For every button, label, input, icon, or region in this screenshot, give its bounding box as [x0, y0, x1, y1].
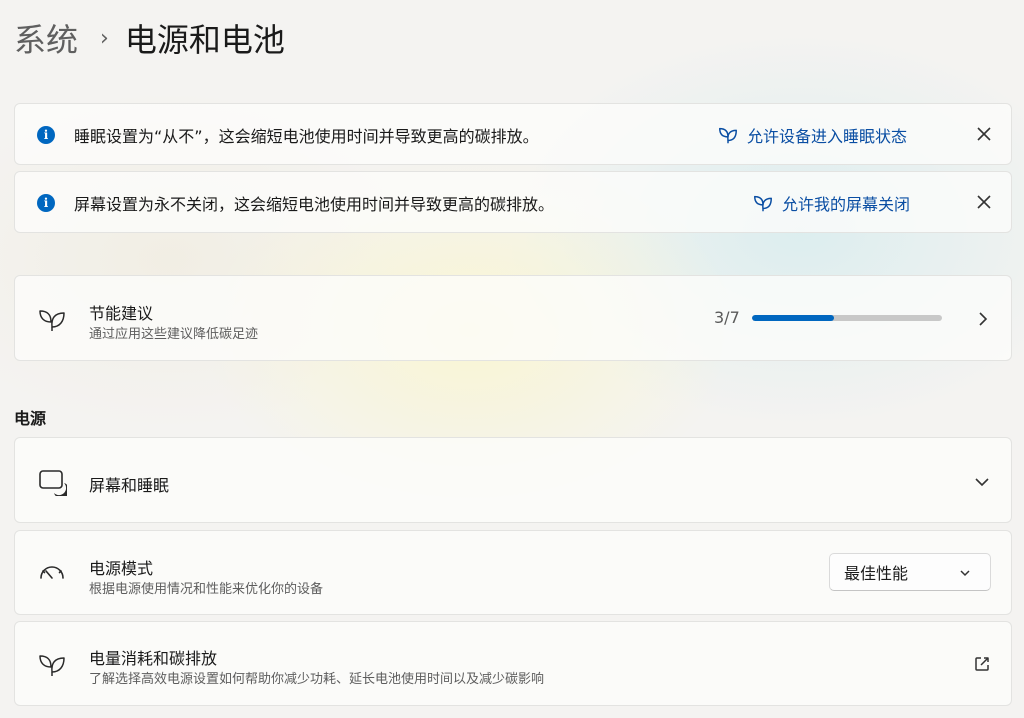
progress-count: 3/7: [714, 308, 740, 327]
close-icon[interactable]: [973, 191, 995, 213]
info-icon: i: [37, 126, 55, 144]
close-icon[interactable]: [973, 123, 995, 145]
breadcrumb-parent[interactable]: 系统: [14, 15, 78, 61]
allow-screen-off-link[interactable]: 允许我的屏幕关闭: [752, 191, 910, 215]
progress-fill: [752, 315, 834, 321]
gauge-icon: [40, 566, 64, 579]
power-carbon-title: 电量消耗和碳排放: [89, 649, 218, 668]
power-carbon-row[interactable]: 电量消耗和碳排放 了解选择高效电源设置如何帮助你减少功耗、延长电池使用时间以及减…: [14, 621, 1012, 706]
power-mode-row: 电源模式 根据电源使用情况和性能来优化你的设备 最佳性能: [14, 530, 1012, 615]
leaf-icon: [39, 310, 65, 331]
leaf-icon: [39, 655, 65, 676]
allow-sleep-link-label: 允许设备进入睡眠状态: [747, 127, 908, 146]
progress-bar: [752, 315, 942, 321]
power-mode-dropdown[interactable]: 最佳性能: [829, 553, 991, 591]
leaf-icon: [719, 127, 737, 144]
allow-screen-off-link-label: 允许我的屏幕关闭: [782, 195, 911, 214]
banner-message: 睡眠设置为“从不”，这会缩短电池使用时间并导致更高的碳排放。: [74, 127, 539, 146]
power-mode-subtitle: 根据电源使用情况和性能来优化你的设备: [89, 582, 324, 597]
power-section-heading: 电源: [14, 409, 47, 428]
energy-recommendations-subtitle: 通过应用这些建议降低碳足迹: [89, 327, 259, 342]
breadcrumb-separator: ›: [100, 25, 109, 51]
info-icon: i: [37, 194, 55, 212]
screen-sleep-icon: [39, 470, 67, 496]
power-mode-title: 电源模式: [89, 559, 154, 578]
power-carbon-subtitle: 了解选择高效电源设置如何帮助你减少功耗、延长电池使用时间以及减少碳影响: [89, 672, 545, 687]
leaf-icon: [754, 195, 772, 212]
sleep-warning-banner: i 睡眠设置为“从不”，这会缩短电池使用时间并导致更高的碳排放。 允许设备进入睡…: [14, 103, 1012, 165]
allow-sleep-link[interactable]: 允许设备进入睡眠状态: [717, 123, 907, 147]
screen-sleep-title: 屏幕和睡眠: [89, 476, 170, 495]
chevron-down-icon: [960, 570, 970, 577]
external-link-icon: [975, 657, 989, 671]
screen-warning-banner: i 屏幕设置为永不关闭，这会缩短电池使用时间并导致更高的碳排放。 允许我的屏幕关…: [14, 171, 1012, 233]
banner-message: 屏幕设置为永不关闭，这会缩短电池使用时间并导致更高的碳排放。: [74, 195, 555, 214]
energy-recommendations-title: 节能建议: [89, 304, 154, 323]
chevron-down-icon: [975, 478, 989, 487]
power-mode-selected: 最佳性能: [844, 564, 909, 583]
page-title: 电源和电池: [124, 21, 285, 59]
breadcrumb: 系统 › 电源和电池: [14, 14, 285, 62]
screen-sleep-row[interactable]: 屏幕和睡眠: [14, 437, 1012, 523]
chevron-right-icon: [979, 312, 988, 326]
